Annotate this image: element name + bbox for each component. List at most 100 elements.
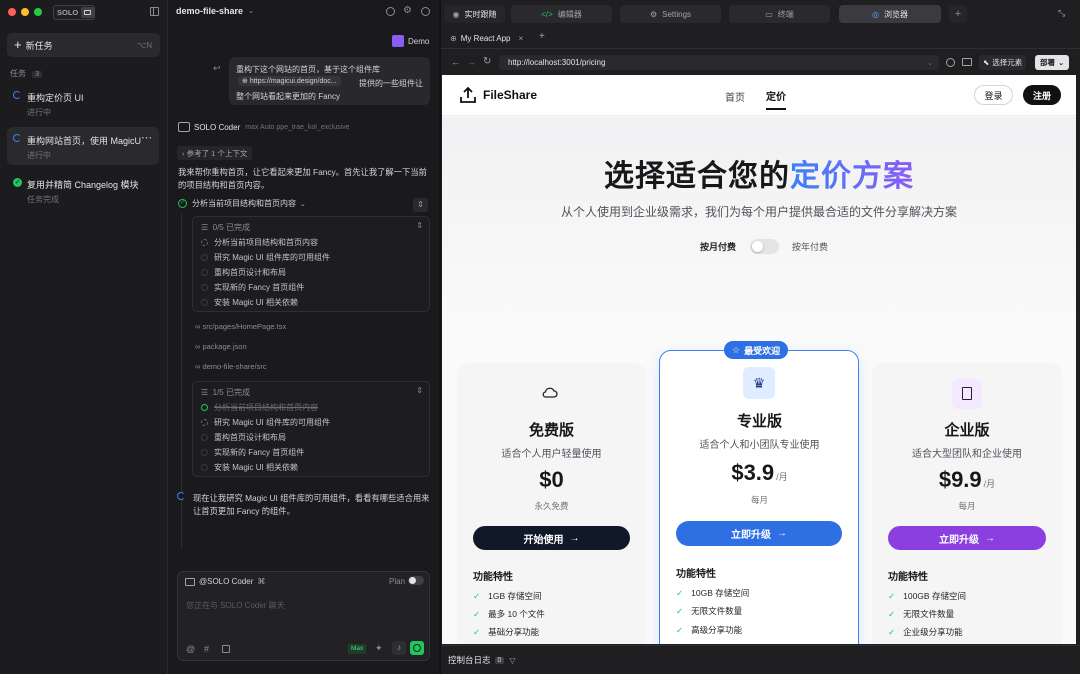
plan-toggle[interactable] [408, 576, 424, 585]
pane-divider[interactable] [439, 0, 441, 674]
plan-desc: 适合个人和小团队专业使用 [699, 440, 820, 451]
reload-icon[interactable]: ↻ [483, 56, 491, 67]
check-icon: ✓ [888, 609, 896, 619]
undo-icon[interactable]: ↩ [213, 63, 221, 74]
close-tab-icon[interactable]: × [519, 34, 524, 43]
agent-selector[interactable]: @SOLO Coder ⌘ [185, 577, 265, 586]
console-bar[interactable]: 控制台日志 0 ▽ [441, 645, 1080, 674]
sparkle-icon[interactable]: ✦ [375, 643, 383, 654]
fullscreen-icon[interactable]: ⤡ [1058, 8, 1065, 19]
toggle-sidebar-icon[interactable] [150, 7, 159, 16]
cta-label: 立即升级 [731, 530, 771, 541]
check-icon: ✓ [473, 609, 481, 619]
settings-gear-icon[interactable]: ⚙ [403, 5, 412, 16]
device-icon[interactable] [962, 58, 972, 66]
close-window-button[interactable] [8, 8, 16, 16]
login-button[interactable]: 登录 [974, 85, 1013, 105]
tab-realtime[interactable]: ◉ 实时跟随 [444, 5, 505, 23]
tab-browser[interactable]: ◎ 浏览器 [839, 5, 941, 23]
billing-toggle[interactable] [750, 239, 780, 254]
mention-icon[interactable]: @ [186, 644, 195, 654]
project-selector[interactable]: demo-file-share ⌄ [176, 6, 254, 16]
tab-terminal[interactable]: ▭ 终端 [729, 5, 830, 23]
sidebar-task-item[interactable]: 重构定价页 UI 进行中 [7, 84, 159, 122]
collapse-icon[interactable]: ⇕ [413, 198, 428, 212]
tab-label: 终端 [777, 9, 794, 19]
forward-icon[interactable]: → [467, 57, 476, 67]
upgrade-pro-button[interactable]: 立即升级 → [676, 521, 842, 546]
todo-item-text: 安装 Magic UI 相关依赖 [214, 298, 299, 307]
plan-price-row: $3.9/月 [660, 460, 859, 486]
select-element-label: 选择元素 [992, 58, 1023, 67]
deploy-button[interactable]: 部署 ⌄ [1035, 55, 1070, 70]
tab-editor[interactable]: </> 编辑器 [511, 5, 612, 23]
agent-message: 我来帮你重构首页，让它看起来更加 Fancy。首先让我了解一下当前的项目结构和首… [178, 167, 427, 190]
solo-mode-toggle[interactable]: SOLO [53, 5, 96, 20]
minimize-window-button[interactable] [21, 8, 29, 16]
file-reference[interactable]: ∞ demo-file-share/src [195, 362, 267, 371]
step-header[interactable]: ✓ 分析当前项目结构和首页内容 ⌄ [178, 198, 306, 209]
expand-icon[interactable]: ⇕ [416, 221, 423, 230]
todo-item: 安装 Magic UI 相关依赖 [201, 297, 298, 308]
account-icon[interactable] [421, 7, 430, 16]
user-message-text: 重构下这个网站的首页，基于这个组件库 [236, 65, 380, 74]
microphone-icon[interactable]: ♪ [392, 641, 406, 655]
send-button[interactable] [410, 641, 424, 655]
image-icon[interactable] [222, 645, 230, 653]
arrow-right-icon: → [569, 532, 580, 544]
expand-icon[interactable]: ⇕ [416, 386, 423, 395]
feature-item: ✓ 无限文件数量 [676, 605, 742, 617]
crown-icon: ♛ [743, 367, 775, 399]
solo-mode-icon [81, 7, 95, 18]
tab-settings[interactable]: ⚙ Settings [620, 5, 721, 23]
stop-icon[interactable] [946, 58, 955, 67]
upgrade-enterprise-button[interactable]: 立即升级 → [888, 526, 1046, 550]
tasks-header: 任务 3 [10, 68, 43, 79]
user-name: Demo [408, 36, 430, 46]
browser-tab[interactable]: ⊕ My React App × [450, 30, 523, 46]
hash-icon[interactable]: # [204, 644, 209, 654]
todo-item: 安装 Magic UI 相关依赖 [201, 462, 298, 473]
new-browser-tab-icon[interactable]: + [539, 31, 545, 42]
max-badge[interactable]: Max [348, 644, 367, 654]
plan-price-row: $9.9/月 [872, 467, 1062, 493]
popular-badge: ☆ 最受欢迎 [724, 341, 789, 359]
todo-header: ☰ 1/5 已完成 [201, 387, 250, 398]
add-tab-icon[interactable]: + [949, 5, 967, 23]
check-icon: ✓ [676, 588, 684, 598]
task-done-icon: ✓ [13, 178, 22, 187]
register-label: 注册 [1032, 90, 1051, 101]
check-icon: ✓ [676, 625, 684, 635]
chat-bubble-icon[interactable] [386, 7, 395, 16]
chevron-down-icon: ⌄ [248, 8, 254, 15]
site-logo[interactable]: FileShare [459, 86, 537, 104]
filter-icon[interactable]: ▽ [509, 656, 515, 665]
todo-item-text: 分析当前项目结构和首页内容 [214, 403, 318, 412]
todo-item-text: 重构首页设计和布局 [214, 433, 286, 442]
todo-item: 重构首页设计和布局 [201, 267, 286, 278]
start-free-button[interactable]: 开始使用 → [473, 526, 630, 550]
task-loading-icon [13, 134, 21, 142]
back-icon[interactable]: ← [451, 57, 460, 67]
select-element-button[interactable]: ⬉ 选择元素 [979, 55, 1027, 70]
feature-item: ✓ 无限文件数量 [888, 608, 954, 620]
more-options-icon[interactable]: ⋯ [141, 131, 152, 144]
upload-icon [460, 86, 476, 103]
todo-item-done: 分析当前项目结构和首页内容 [201, 402, 318, 413]
plan-name: 企业版 [944, 422, 990, 439]
check-icon: ✓ [676, 606, 684, 616]
sidebar-task-item-active[interactable]: 重构网站首页，使用 MagicU... ⋯ 进行中 [7, 127, 159, 165]
nav-pricing[interactable]: 定价 [766, 88, 786, 110]
register-button[interactable]: 注册 [1023, 85, 1061, 105]
new-task-button[interactable]: + 新任务 ⌥N [7, 33, 160, 57]
context-reference[interactable]: › 参考了 1 个上下文 [177, 146, 253, 160]
address-bar[interactable]: http://localhost:3001/pricing ⌄ [499, 55, 939, 70]
task-status: 进行中 [27, 151, 51, 160]
file-reference[interactable]: ∞ package.json [195, 342, 247, 351]
chat-input-placeholder[interactable]: 您正在与 SOLO Coder 聊天 [186, 600, 285, 611]
sidebar-task-item[interactable]: ✓ 复用并精简 Changelog 模块 任务完成 [7, 171, 159, 209]
agent-message: 现在让我研究 Magic UI 组件库的可用组件，看看有哪些适合用来让首页更加 … [193, 493, 430, 516]
file-reference[interactable]: ∞ src/pages/HomePage.tsx [195, 322, 286, 331]
maximize-window-button[interactable] [34, 8, 42, 16]
nav-home[interactable]: 首页 [725, 89, 745, 104]
